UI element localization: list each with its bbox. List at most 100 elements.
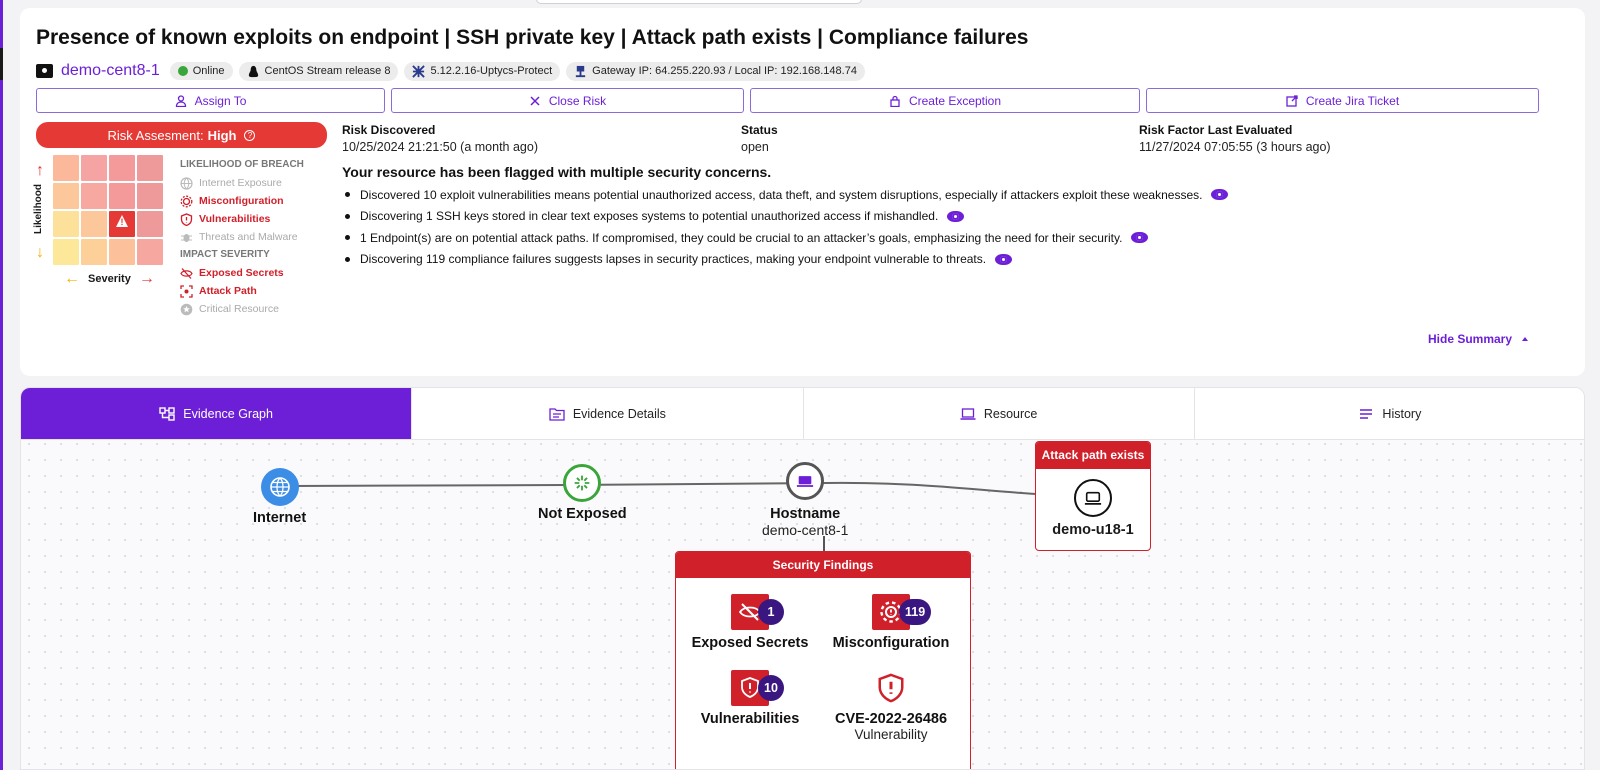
laptop-icon [36, 64, 53, 78]
create-jira-ticket-button[interactable]: Create Jira Ticket [1146, 88, 1539, 113]
hostname-node[interactable]: Hostname demo-cent8-1 [762, 462, 848, 538]
risk-status: Status open [741, 123, 778, 154]
severity-axis: ← Severity → [64, 270, 155, 288]
severity-axis-label: Severity [88, 273, 131, 285]
risk-cell [109, 155, 135, 181]
finding-cve[interactable]: CVE-2022-26486 Vulnerability [821, 670, 961, 742]
eye-off-icon [180, 267, 193, 280]
risk-cell [81, 155, 107, 181]
close-icon [530, 95, 540, 106]
risk-cell [53, 239, 79, 265]
gear-icon [180, 195, 193, 208]
legend-misconfiguration: Misconfiguration [180, 192, 304, 210]
count-badge: 119 [899, 599, 932, 625]
online-dot-icon [177, 66, 188, 76]
host-name[interactable]: demo-cent8-1 [61, 62, 160, 80]
eye-icon[interactable] [1131, 232, 1149, 244]
likelihood-header: LIKELIHOOD OF BREACH [180, 159, 304, 170]
arrow-up-icon: ↑ [36, 162, 44, 179]
list-item: Discovering 1 SSH keys stored in clear t… [342, 206, 1228, 228]
risk-cell [81, 239, 107, 265]
likelihood-axis-label: Likelihood [33, 184, 44, 234]
list-item: Discovering 119 compliance failures sugg… [342, 249, 1228, 271]
risk-cell [81, 183, 107, 209]
shield-icon [180, 212, 193, 226]
status-chip: Online [169, 62, 233, 80]
risk-assessment-badge: Risk Assesment: High ? [36, 122, 327, 148]
shield-alert-icon [872, 670, 910, 706]
attack-path-node: demo-u18-1 [1052, 522, 1134, 538]
risk-cell [53, 183, 79, 209]
risk-discovered: Risk Discovered 10/25/2024 21:21:50 (a m… [342, 123, 538, 154]
not-exposed-node[interactable]: Not Exposed [538, 464, 627, 522]
eye-icon[interactable] [1211, 189, 1229, 201]
risk-summary-card: Presence of known exploits on endpoint |… [20, 8, 1585, 376]
count-badge: 10 [758, 675, 784, 701]
legend-attack-path: Attack Path [180, 282, 304, 300]
host-meta-row: demo-cent8-1 Online CentOS Stream releas… [36, 60, 865, 82]
legend-exposed-secrets: Exposed Secrets [180, 264, 304, 282]
risk-cell [137, 183, 163, 209]
legend-internet-exposure: Internet Exposure [180, 174, 304, 192]
user-icon [175, 94, 186, 107]
list-item: Discovered 10 exploit vulnerabilities me… [342, 184, 1229, 206]
finding-exposed-secrets[interactable]: 1 Exposed Secrets [680, 594, 820, 651]
agent-chip: 5.12.2.16-Uptycs-Protect [404, 61, 561, 81]
risk-matrix [53, 155, 165, 267]
globe-icon [180, 176, 193, 190]
host-link[interactable]: demo-cent8-1 [36, 62, 160, 80]
risk-cell [137, 239, 163, 265]
legend-threats-malware: Threats and Malware [180, 228, 304, 246]
os-chip: CentOS Stream release 8 [238, 61, 399, 81]
eye-off-icon: 1 [731, 594, 784, 630]
arrow-down-icon: ↓ [36, 244, 44, 261]
risk-cell [109, 239, 135, 265]
close-risk-button[interactable]: Close Risk [391, 88, 744, 113]
summary-heading: Your resource has been flagged with mult… [342, 164, 772, 180]
gear-icon: 119 [872, 594, 932, 630]
caret-up-icon [1522, 337, 1529, 341]
security-findings-box: Security Findings 1 Exposed Secrets 119 … [675, 551, 971, 769]
attack-path-icon [180, 284, 193, 298]
attack-path-box[interactable]: Attack path exists demo-u18-1 [1035, 441, 1151, 551]
network-icon [575, 65, 586, 77]
lock-icon [890, 95, 900, 107]
top-scroll-handle[interactable] [536, 0, 862, 4]
security-findings-header: Security Findings [676, 552, 970, 578]
legend-vulnerabilities: Vulnerabilities [180, 210, 304, 228]
create-exception-button[interactable]: Create Exception [750, 88, 1140, 113]
eye-icon[interactable] [947, 210, 965, 222]
risk-cell [137, 155, 163, 181]
risk-cell [53, 155, 79, 181]
laptop-icon [1074, 479, 1112, 517]
external-link-icon [1286, 94, 1298, 107]
star-badge-icon [180, 303, 193, 316]
page-title: Presence of known exploits on endpoint |… [36, 26, 1029, 49]
internet-node[interactable]: Internet [253, 468, 306, 526]
risk-cell [109, 183, 135, 209]
finding-vulnerabilities[interactable]: 10 Vulnerabilities [680, 670, 820, 727]
eye-icon[interactable] [995, 253, 1013, 265]
risk-last-evaluated: Risk Factor Last Evaluated 11/27/2024 07… [1139, 123, 1331, 154]
finding-misconfiguration[interactable]: 119 Misconfiguration [821, 594, 961, 651]
risk-cell [137, 211, 163, 237]
laptop-icon [786, 462, 825, 500]
hide-summary-button[interactable]: Hide Summary [1428, 332, 1529, 346]
risk-cell [81, 211, 107, 237]
shield-icon: 10 [731, 670, 784, 706]
risk-cell [53, 211, 79, 237]
ip-chip: Gateway IP: 64.255.220.93 / Local IP: 19… [566, 61, 865, 81]
impact-header: IMPACT SEVERITY [180, 249, 270, 260]
arrow-left-icon: ← [64, 270, 80, 287]
left-accent-marker [0, 48, 3, 80]
help-icon[interactable]: ? [244, 129, 256, 141]
linux-icon [248, 65, 258, 77]
globe-icon [260, 468, 299, 506]
legend-critical-resource: Critical Resource [180, 300, 304, 318]
bug-icon [180, 231, 193, 244]
list-item: 1 Endpoint(s) are on potential attack pa… [342, 227, 1228, 249]
count-badge: 1 [758, 599, 784, 625]
assign-to-button[interactable]: Assign To [36, 88, 385, 113]
risk-legend: LIKELIHOOD OF BREACH Internet Exposure M… [180, 156, 304, 318]
summary-list: Discovered 10 exploit vulnerabilities me… [342, 184, 1229, 271]
